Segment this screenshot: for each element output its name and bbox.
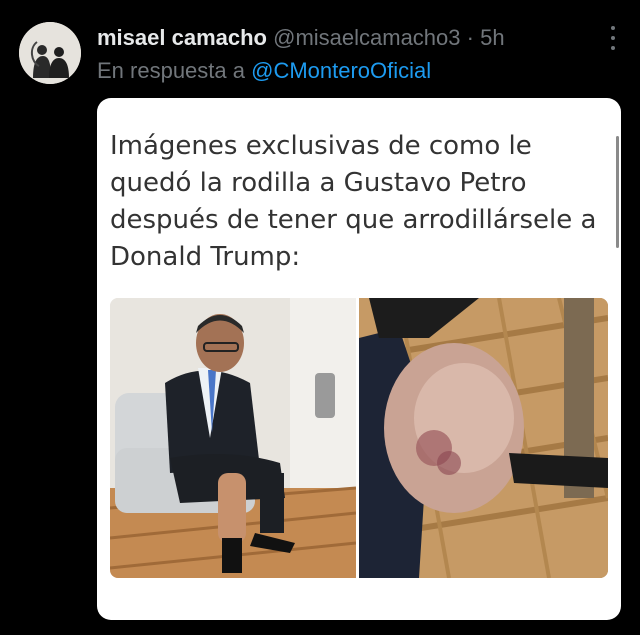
avatar-image (19, 22, 81, 84)
author-name[interactable]: misael camacho (97, 25, 267, 50)
scrollbar[interactable] (616, 136, 619, 248)
meme-caption: Imágenes exclusivas de como le quedó la … (110, 131, 597, 272)
photo-strip (110, 298, 608, 578)
photo-knee-closeup[interactable] (359, 298, 608, 578)
separator-dot: · (466, 25, 474, 50)
photo-man-in-chair[interactable] (110, 298, 356, 578)
more-vertical-icon[interactable] (610, 26, 616, 50)
reply-prefix: En respuesta a (97, 58, 245, 83)
media-card[interactable]: Imágenes exclusivas de como le quedó la … (97, 98, 621, 620)
avatar[interactable] (19, 22, 81, 84)
tweet-header: misael camacho @misaelcamacho3 · 5h (97, 24, 610, 52)
reply-context: En respuesta a @CMonteroOficial (97, 57, 431, 85)
tweet-time[interactable]: 5h (480, 25, 504, 50)
author-handle[interactable]: @misaelcamacho3 (273, 25, 460, 50)
reply-mention-link[interactable]: @CMonteroOficial (251, 58, 431, 83)
